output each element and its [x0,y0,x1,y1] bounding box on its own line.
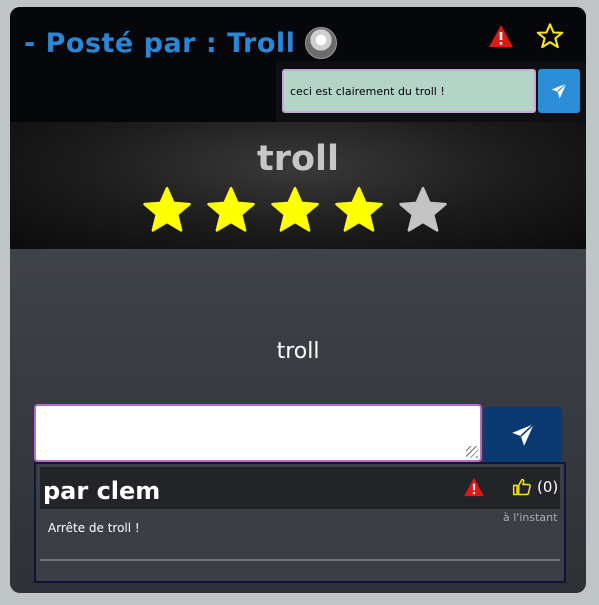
report-reason-input[interactable]: ceci est clairement du troll ! [282,69,536,113]
post-card: - Posté par : Troll ceci est clairement … [10,7,586,593]
comment-send-button[interactable] [484,407,562,462]
resize-grip-icon[interactable] [466,446,478,458]
comment-input[interactable] [34,404,482,462]
post-content: troll [276,339,320,364]
author-avatar[interactable] [305,27,338,59]
favorite-button[interactable] [535,21,565,51]
report-button[interactable] [486,21,516,51]
post-title-row: - Posté par : Troll [24,23,338,63]
report-popup: ceci est clairement du troll ! [276,61,586,123]
report-reason-value: ceci est clairement du troll ! [290,84,445,98]
like-count: (0) [537,478,559,496]
post-title: - Posté par : Troll [24,27,296,59]
thumbs-up-icon [512,478,531,496]
rating-title: troll [256,139,340,179]
comment-author: par clem [43,477,161,505]
comment-header: par clem (0) [40,467,560,509]
comment-timestamp: à l'instant [503,511,558,524]
comment-item: par clem (0) à l'instant Arrête de troll… [34,462,566,583]
star-filled-icon[interactable] [142,185,192,235]
paper-plane-icon [551,83,567,99]
star-empty-icon[interactable] [398,185,448,235]
star-filled-icon[interactable] [334,185,384,235]
comment-text: Arrête de troll ! [48,521,140,535]
comment-divider [40,559,560,561]
star-rating [142,185,448,241]
warning-icon [489,25,513,47]
warning-icon[interactable] [463,477,485,497]
star-outline-icon [536,23,564,49]
paper-plane-icon [512,423,535,446]
like-button[interactable]: (0) [512,477,558,497]
star-filled-icon[interactable] [270,185,320,235]
star-filled-icon[interactable] [206,185,256,235]
report-send-button[interactable] [538,69,580,113]
post-header: - Posté par : Troll ceci est clairement … [10,7,586,123]
